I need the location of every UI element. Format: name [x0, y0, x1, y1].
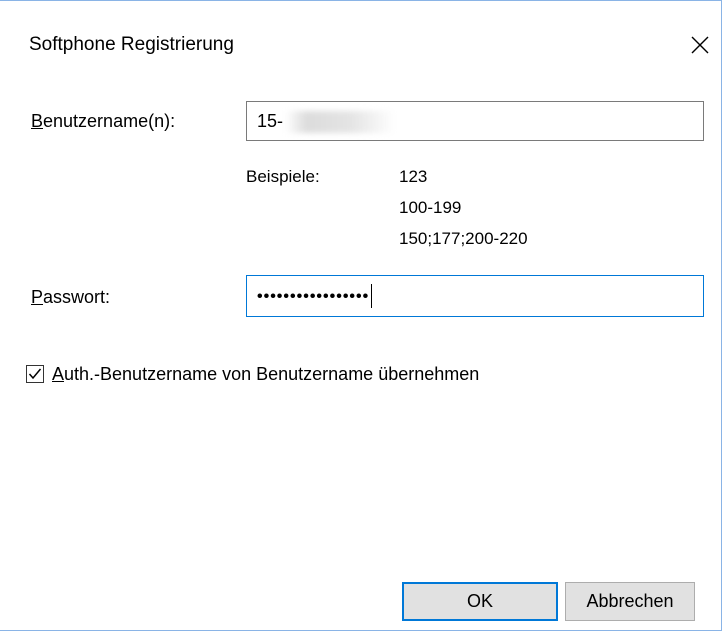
username-label-accelerator: B — [31, 111, 44, 131]
password-label-accelerator: P — [31, 287, 44, 307]
checkmark-icon — [28, 368, 42, 380]
password-input[interactable]: ••••••••••••••••• — [246, 275, 704, 317]
password-label: Passwort: — [31, 287, 110, 308]
examples-list: 123 100-199 150;177;200-220 — [399, 161, 528, 254]
redacted-blur — [285, 111, 396, 134]
auth-label-accelerator: A — [52, 364, 65, 384]
cancel-button[interactable]: Abbrechen — [565, 582, 695, 621]
auth-username-checkbox[interactable] — [26, 365, 44, 383]
examples-label: Beispiele: — [246, 167, 320, 186]
example-item: 150;177;200-220 — [399, 229, 528, 248]
auth-username-checkbox-label[interactable]: Auth.-Benutzername von Benutzername über… — [52, 364, 479, 385]
text-caret — [371, 284, 373, 309]
username-label: Benutzername(n): — [31, 111, 175, 132]
ok-button[interactable]: OK — [402, 582, 558, 621]
password-label-text: asswort: — [43, 287, 111, 307]
username-value: 15- — [257, 111, 284, 131]
dialog-title: Softphone Registrierung — [29, 34, 234, 55]
example-item: 123 — [399, 167, 428, 186]
close-button[interactable] — [682, 27, 718, 63]
auth-label-text: uth.-Benutzername von Benutzername übern… — [64, 364, 480, 384]
password-masked-value: ••••••••••••••••• — [257, 288, 370, 305]
example-item: 100-199 — [399, 198, 462, 217]
username-input[interactable]: 15- — [246, 101, 704, 141]
username-label-text: enutzername(n): — [43, 111, 176, 131]
close-icon — [691, 36, 709, 54]
softphone-registration-dialog: Softphone Registrierung Benutzername(n):… — [0, 0, 722, 631]
